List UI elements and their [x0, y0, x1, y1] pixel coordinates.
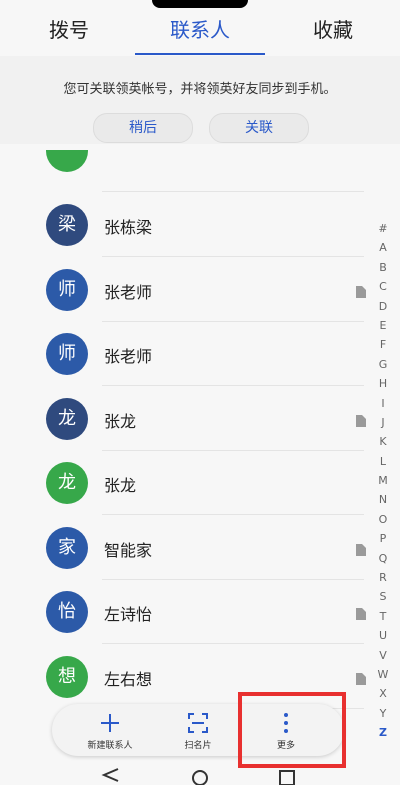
alphabet-index-letter[interactable]: Y: [375, 704, 391, 723]
alphabet-index-letter[interactable]: A: [375, 238, 391, 257]
contact-name: 左诗怡: [104, 605, 153, 624]
avatar: 龙: [46, 397, 88, 440]
more-label: 更多: [276, 741, 295, 751]
avatar: 想: [46, 655, 88, 698]
card-file-icon: [356, 672, 366, 685]
contact-name: 左右想: [104, 669, 153, 689]
link-account-button[interactable]: 关联: [209, 113, 309, 143]
tab-bar: 拨号 联系人 收藏: [0, 0, 400, 56]
card-file-icon: [356, 285, 366, 298]
avatar: 龙: [46, 462, 88, 504]
alphabet-index-letter[interactable]: F: [375, 335, 391, 354]
avatar: 家: [46, 526, 88, 569]
card-file-icon: [356, 608, 366, 620]
alphabet-index-letter[interactable]: Q: [375, 549, 391, 568]
alphabet-index-letter[interactable]: C: [375, 277, 391, 296]
contact-row[interactable]: 家智能家: [0, 516, 370, 580]
alphabet-index-letter[interactable]: M: [375, 471, 391, 490]
alphabet-index-letter[interactable]: G: [375, 355, 391, 374]
alphabet-index-letter[interactable]: V: [375, 646, 391, 665]
avatar: 梁: [46, 204, 88, 246]
contact-name: 张栋梁: [104, 218, 153, 237]
alphabet-index-letter[interactable]: L: [375, 452, 391, 471]
contact-list[interactable]: 梁张栋梁师张老师师张老师龙张龙龙张龙家智能家怡左诗怡想左右想: [0, 150, 370, 710]
scan-card-button[interactable]: 扫名片: [158, 704, 238, 756]
alphabet-index-letter[interactable]: S: [375, 587, 391, 606]
divider: [102, 191, 364, 192]
active-tab-indicator: [135, 53, 265, 55]
alphabet-index-letter[interactable]: K: [375, 432, 391, 451]
alphabet-index-letter[interactable]: U: [375, 626, 391, 645]
tab-favorites[interactable]: 收藏: [313, 14, 353, 43]
alphabet-index-letter[interactable]: W: [375, 665, 391, 684]
system-nav-bar: [101, 768, 295, 785]
card-file-icon: [356, 543, 366, 556]
more-button[interactable]: 更多: [246, 704, 326, 756]
alphabet-index-letter[interactable]: P: [375, 529, 391, 548]
home-nav-icon[interactable]: [192, 770, 208, 785]
contact-name: 张老师: [104, 282, 153, 302]
contact-row[interactable]: 梁张栋梁: [0, 193, 370, 257]
alphabet-index-letter[interactable]: I: [375, 394, 391, 413]
alphabet-index-letter[interactable]: J: [375, 413, 391, 432]
contact-row[interactable]: 龙张龙: [0, 451, 370, 515]
alphabet-index-letter[interactable]: B: [375, 258, 391, 277]
alphabet-index-letter[interactable]: D: [375, 297, 391, 316]
later-button[interactable]: 稍后: [93, 113, 193, 143]
tab-dialer[interactable]: 拨号: [49, 14, 89, 43]
alphabet-index-letter[interactable]: O: [375, 510, 391, 529]
alphabet-index-letter[interactable]: T: [375, 607, 391, 626]
plus-icon: [101, 714, 119, 732]
recents-nav-icon[interactable]: [279, 770, 295, 785]
banner-text: 您可关联领英帐号，并将领英好友同步到手机。: [63, 82, 337, 97]
contact-name: 张龙: [104, 411, 137, 431]
alphabet-index-letter[interactable]: R: [375, 568, 391, 587]
contact-row[interactable]: 想左右想: [0, 645, 370, 709]
contact-row[interactable]: 师张老师: [0, 322, 370, 386]
back-nav-icon[interactable]: [101, 768, 119, 782]
avatar: [46, 150, 88, 172]
alphabet-index-letter[interactable]: X: [375, 684, 391, 703]
contact-row[interactable]: 师张老师: [0, 258, 370, 322]
avatar: 师: [46, 268, 88, 311]
new-contact-button[interactable]: 新建联系人: [70, 704, 150, 756]
contact-name: 张龙: [104, 476, 137, 495]
linkedin-banner: 您可关联领英帐号，并将领英好友同步到手机。 稍后 关联: [0, 56, 400, 144]
bottom-action-bar: 新建联系人 扫名片 更多: [52, 704, 344, 756]
scan-icon: [188, 713, 208, 733]
contact-row[interactable]: 龙张龙: [0, 387, 370, 451]
contact-name: 张老师: [104, 347, 153, 366]
new-contact-label: 新建联系人: [87, 741, 133, 751]
scan-card-label: 扫名片: [184, 741, 212, 751]
alphabet-index-letter[interactable]: #: [375, 219, 391, 238]
tab-contacts[interactable]: 联系人: [170, 14, 230, 43]
contact-row[interactable]: 怡左诗怡: [0, 580, 370, 644]
alphabet-index-letter[interactable]: H: [375, 374, 391, 393]
alphabet-index[interactable]: # A B C D E F G H I J K L M N O P Q R S T U V W X Y Z: [375, 219, 391, 743]
card-file-icon: [356, 414, 366, 427]
avatar: 怡: [46, 591, 88, 633]
contact-name: 智能家: [104, 540, 153, 560]
alphabet-index-letter[interactable]: Z: [375, 723, 391, 742]
avatar: 师: [46, 333, 88, 375]
alphabet-index-letter[interactable]: N: [375, 490, 391, 509]
more-vertical-icon: [284, 713, 288, 733]
alphabet-index-letter[interactable]: E: [375, 316, 391, 335]
